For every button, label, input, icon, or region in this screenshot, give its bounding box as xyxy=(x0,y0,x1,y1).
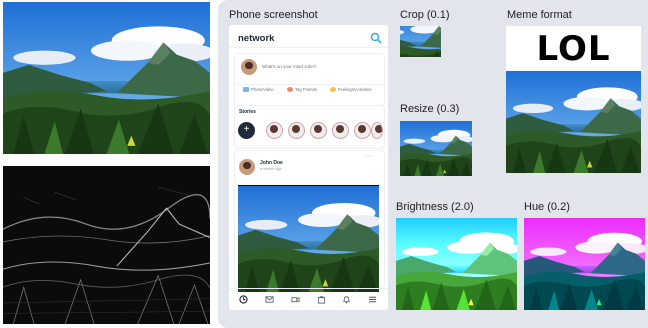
post-author[interactable]: John Doe xyxy=(260,160,283,166)
photo-icon xyxy=(243,87,249,93)
menu-icon[interactable] xyxy=(368,295,377,304)
phone-screenshot-label: Phone screenshot xyxy=(229,9,318,21)
app-title: network xyxy=(238,33,275,44)
composer-card: What's on your mind John? xyxy=(234,53,385,106)
composer-input[interactable]: What's on your mind John? xyxy=(262,64,316,69)
hue-image xyxy=(524,218,645,310)
story-avatar[interactable] xyxy=(288,122,305,139)
story-avatar[interactable] xyxy=(266,122,283,139)
story-avatar[interactable] xyxy=(354,122,371,139)
meme-caption: LOL xyxy=(506,26,641,71)
bell-icon[interactable] xyxy=(342,295,351,304)
stories-title: Stories xyxy=(239,109,256,115)
action-label: Feelings/Activities xyxy=(338,87,372,92)
post-time: a minute ago xyxy=(260,167,282,171)
divider xyxy=(229,47,388,48)
more-options-icon[interactable]: ··· xyxy=(365,153,372,160)
meme-image xyxy=(506,71,641,173)
phone-screenshot: network What's on your mind John? Photo/… xyxy=(229,25,388,310)
meme-format-label: Meme format xyxy=(507,9,572,21)
plus-icon: + xyxy=(243,124,250,135)
crop-image xyxy=(400,26,441,57)
action-label: Photo/Video xyxy=(251,87,274,92)
post-avatar[interactable] xyxy=(239,159,255,175)
brightness-image xyxy=(396,218,517,310)
tag-icon xyxy=(287,87,293,93)
add-story-button[interactable]: + xyxy=(238,122,255,139)
video-icon[interactable] xyxy=(291,295,300,304)
crop-label: Crop (0.1) xyxy=(400,9,450,21)
mail-icon[interactable] xyxy=(265,295,274,304)
divider xyxy=(229,288,388,289)
bag-icon[interactable] xyxy=(317,295,326,304)
brightness-label: Brightness (2.0) xyxy=(396,201,474,213)
avatar xyxy=(241,59,257,75)
photo-video-button[interactable]: Photo/Video xyxy=(243,87,274,93)
feelings-button[interactable]: Feelings/Activities xyxy=(330,87,372,93)
resize-label: Resize (0.3) xyxy=(400,103,460,115)
divider xyxy=(235,84,384,85)
action-label: Tag Friends xyxy=(295,87,317,92)
clock-icon[interactable] xyxy=(239,295,248,304)
edge-detection-photo xyxy=(3,166,210,324)
post-image[interactable] xyxy=(238,185,379,292)
story-avatar[interactable] xyxy=(310,122,327,139)
story-avatar[interactable] xyxy=(371,122,383,139)
story-avatar[interactable] xyxy=(332,122,349,139)
hue-label: Hue (0.2) xyxy=(524,201,570,213)
tag-friends-button[interactable]: Tag Friends xyxy=(287,87,317,93)
search-icon[interactable] xyxy=(370,32,382,44)
landscape-photo xyxy=(3,2,210,154)
smiley-icon xyxy=(330,87,336,93)
resize-image xyxy=(400,121,472,176)
